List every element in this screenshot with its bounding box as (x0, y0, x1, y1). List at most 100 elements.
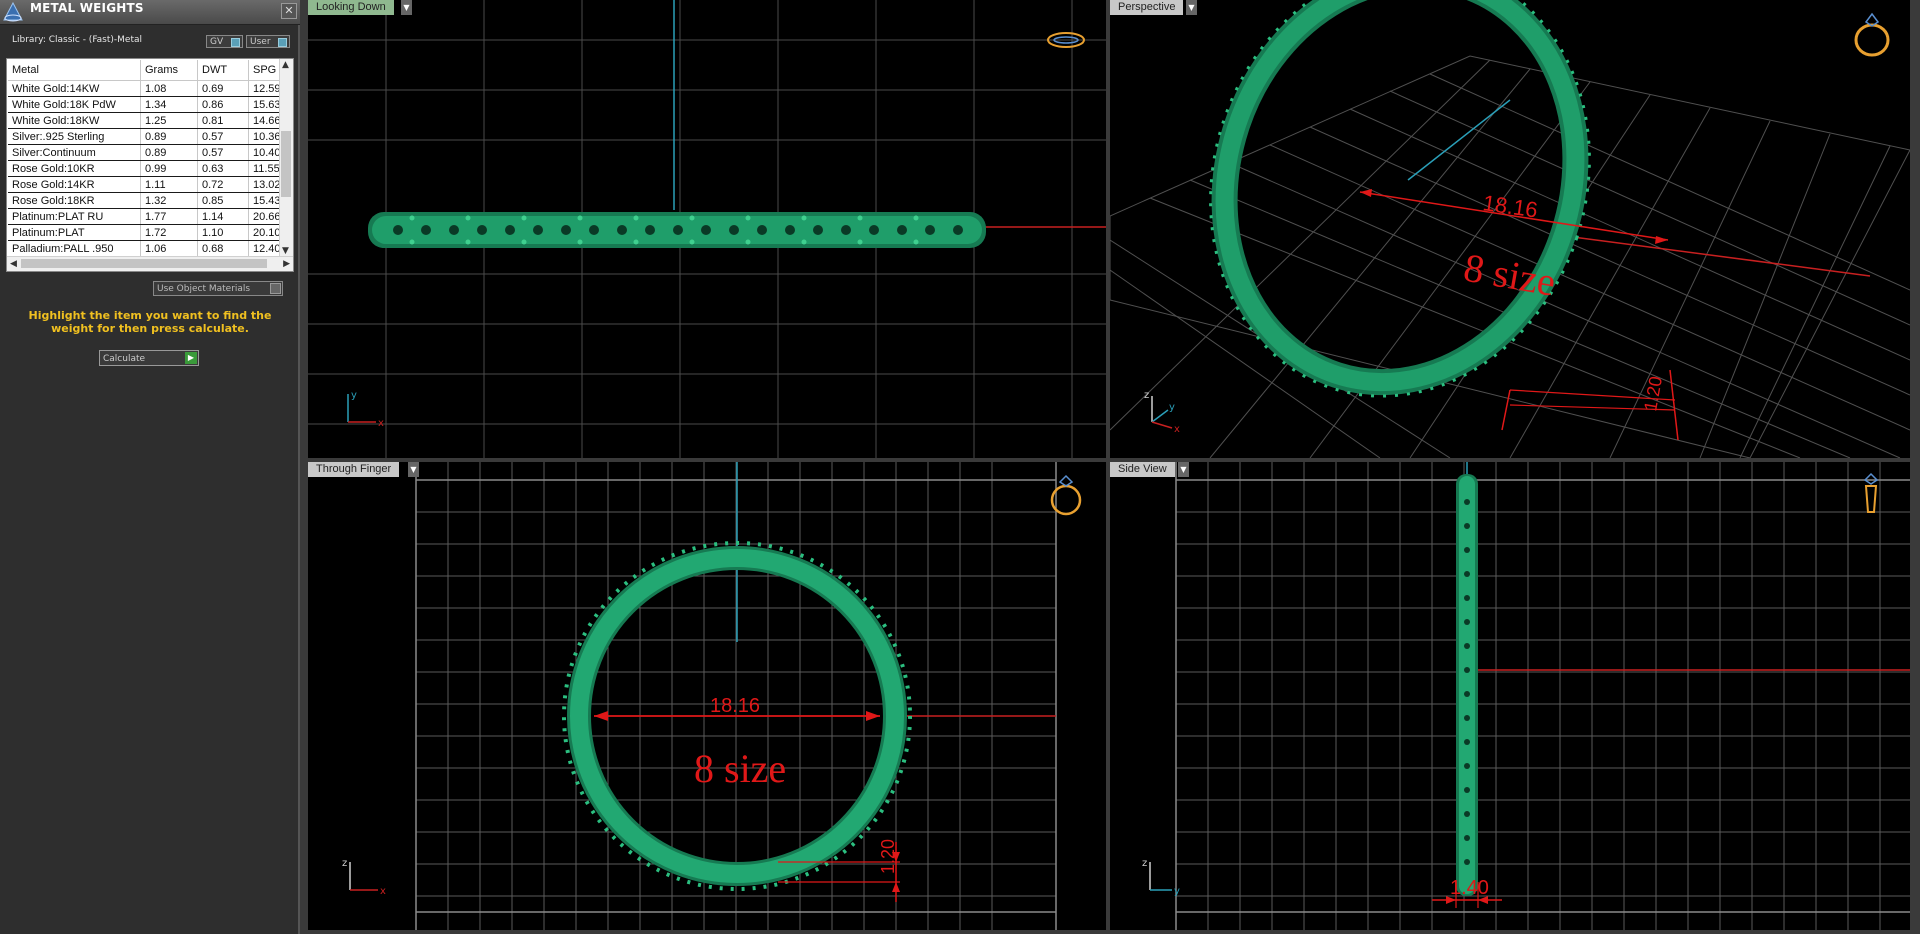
axis-triad-icon: y x (347, 390, 384, 428)
chevron-down-icon[interactable]: ▼ (1178, 462, 1189, 477)
through-finger-thickness-label: 1.20 (878, 839, 898, 874)
metal-name-cell: Silver:Continuum (8, 144, 141, 161)
table-row[interactable]: White Gold:14KW 1.08 0.69 12.59 (8, 80, 290, 97)
axis-y-label: y (351, 390, 357, 401)
grams-cell: 1.34 (140, 96, 198, 113)
dwt-cell: 0.86 (197, 96, 249, 113)
table-row[interactable]: Rose Gold:18KR 1.32 0.85 15.43 (8, 192, 290, 209)
perspective-thickness-label: 1.20 (1640, 375, 1666, 413)
axis-x-label: x (1174, 424, 1180, 435)
viewport-label-perspective[interactable]: Perspective (1110, 0, 1184, 15)
metal-name-cell: Rose Gold:18KR (8, 192, 141, 209)
table-row[interactable]: Platinum:PLAT 1.72 1.10 20.10 (8, 224, 290, 241)
axis-z-label: z (1142, 858, 1147, 869)
table-horizontal-scrollbar[interactable]: ◀ ▶ (7, 256, 293, 271)
axis-triad-icon: z y (1142, 858, 1180, 896)
axis-triad-icon: z y x (1144, 390, 1180, 435)
table-row[interactable]: Rose Gold:10KR 0.99 0.63 11.55 (8, 160, 290, 177)
viewport-side-view[interactable]: 1.40 Side View ▼ z y (1110, 462, 1910, 930)
vertical-scroll-thumb[interactable] (281, 131, 291, 197)
through-finger-diameter-label: 18.16 (710, 695, 760, 717)
dwt-cell: 1.14 (197, 208, 249, 225)
metal-name-cell: Rose Gold:10KR (8, 160, 141, 177)
axis-x-label: x (378, 418, 384, 428)
chevron-down-icon[interactable]: ▼ (1186, 0, 1197, 15)
dwt-cell: 0.81 (197, 112, 249, 129)
table-row[interactable]: Rose Gold:14KR 1.11 0.72 13.02 (8, 176, 290, 193)
viewport-label-side-view[interactable]: Side View (1110, 462, 1175, 477)
ring-perspective-view-icon[interactable] (1852, 10, 1894, 58)
use-object-materials-label: Use Object Materials (157, 284, 251, 294)
ring-front-view-icon[interactable] (1046, 472, 1086, 518)
grams-cell: 0.89 (140, 144, 198, 161)
viewport-looking-down[interactable]: Looking Down ▼ y x (308, 0, 1106, 458)
gv-toggle-indicator-icon (231, 38, 240, 47)
viewport-perspective[interactable]: 18.16 8 size 1.20 Perspective ▼ z y x (1110, 0, 1910, 458)
play-icon: ▶ (185, 352, 197, 364)
metal-name-cell: Platinum:PLAT (8, 224, 141, 241)
metal-name-cell: Palladium:PALL .950 (8, 240, 141, 257)
calculate-button[interactable]: Calculate ▶ (99, 350, 199, 366)
horizontal-scroll-thumb[interactable] (21, 259, 267, 268)
use-object-materials-checkbox[interactable]: Use Object Materials (153, 281, 283, 296)
table-row[interactable]: Palladium:PALL .950 1.06 0.68 12.40 (8, 240, 290, 257)
table-vertical-scrollbar[interactable]: ▲ ▼ (279, 59, 293, 257)
axis-triad-icon: z x (342, 858, 386, 896)
axis-z-label: z (342, 858, 347, 869)
dwt-cell: 0.63 (197, 160, 249, 177)
grams-cell: 1.11 (140, 176, 198, 193)
column-header-dwt[interactable]: DWT (197, 60, 249, 81)
table-row[interactable]: White Gold:18KW 1.25 0.81 14.66 (8, 112, 290, 129)
gv-toggle-label: GV (210, 37, 224, 47)
viewport-label-through-finger[interactable]: Through Finger (308, 462, 400, 477)
metal-weights-table[interactable]: Metal Grams DWT SPG White Gold:14KW 1.08 0… (6, 58, 294, 272)
metal-name-cell: White Gold:14KW (8, 80, 141, 97)
user-toggle-indicator-icon (278, 38, 287, 47)
axis-z-label: z (1144, 390, 1149, 401)
metal-name-cell: Silver:.925 Sterling (8, 128, 141, 145)
table-row[interactable]: Silver:Continuum 0.89 0.57 10.40 (8, 144, 290, 161)
dwt-cell: 0.85 (197, 192, 249, 209)
axis-y-label: y (1174, 886, 1180, 896)
scroll-left-icon[interactable]: ◀ (10, 259, 17, 269)
instruction-hint: Highlight the item you want to find the … (28, 309, 272, 335)
chevron-down-icon[interactable]: ▼ (408, 462, 419, 477)
grams-cell: 1.06 (140, 240, 198, 257)
viewport-through-finger[interactable]: 18.16 8 size 1.20 Through Finger ▼ z x (308, 462, 1106, 930)
axis-y-label: y (1169, 402, 1175, 413)
table-row[interactable]: Silver:.925 Sterling 0.89 0.57 10.36 (8, 128, 290, 145)
dwt-cell: 0.57 (197, 128, 249, 145)
scroll-down-icon[interactable]: ▼ (282, 246, 289, 256)
metal-name-cell: Rose Gold:14KR (8, 176, 141, 193)
through-finger-grid: 18.16 8 size 1.20 (415, 462, 1057, 930)
scroll-up-icon[interactable]: ▲ (282, 60, 289, 70)
panel-title-bar: METAL WEIGHTS ✕ (0, 0, 300, 25)
table-header-row: Metal Grams DWT SPG (8, 60, 290, 81)
metal-weights-panel: METAL WEIGHTS ✕ Library: Classic - (Fast… (0, 0, 300, 934)
column-header-grams[interactable]: Grams (140, 60, 198, 81)
ring-side-view-icon[interactable] (1856, 472, 1886, 518)
metal-name-cell: White Gold:18KW (8, 112, 141, 129)
metal-name-cell: White Gold:18K PdW (8, 96, 141, 113)
perspective-diameter-label: 18.16 (1481, 190, 1539, 222)
user-toggle[interactable]: User (246, 35, 290, 48)
viewport-label-looking-down[interactable]: Looking Down (308, 0, 394, 15)
chevron-down-icon[interactable]: ▼ (401, 0, 412, 15)
user-toggle-label: User (250, 37, 271, 47)
table-row[interactable]: White Gold:18K PdW 1.34 0.86 15.63 (8, 96, 290, 113)
side-view-grid: 1.40 (1175, 462, 1910, 930)
dwt-cell: 0.69 (197, 80, 249, 97)
grams-cell: 1.72 (140, 224, 198, 241)
column-header-metal[interactable]: Metal (8, 60, 141, 81)
ring-top-view-icon[interactable] (1046, 28, 1086, 52)
gv-toggle[interactable]: GV (206, 35, 243, 48)
side-view-width-label: 1.40 (1450, 877, 1489, 899)
scroll-right-icon[interactable]: ▶ (283, 259, 290, 269)
dwt-cell: 0.68 (197, 240, 249, 257)
grams-cell: 1.77 (140, 208, 198, 225)
dwt-cell: 0.57 (197, 144, 249, 161)
axis-x-label: x (380, 886, 386, 896)
close-button[interactable]: ✕ (281, 3, 297, 19)
grams-cell: 1.25 (140, 112, 198, 129)
table-row[interactable]: Platinum:PLAT RU 1.77 1.14 20.66 (8, 208, 290, 225)
